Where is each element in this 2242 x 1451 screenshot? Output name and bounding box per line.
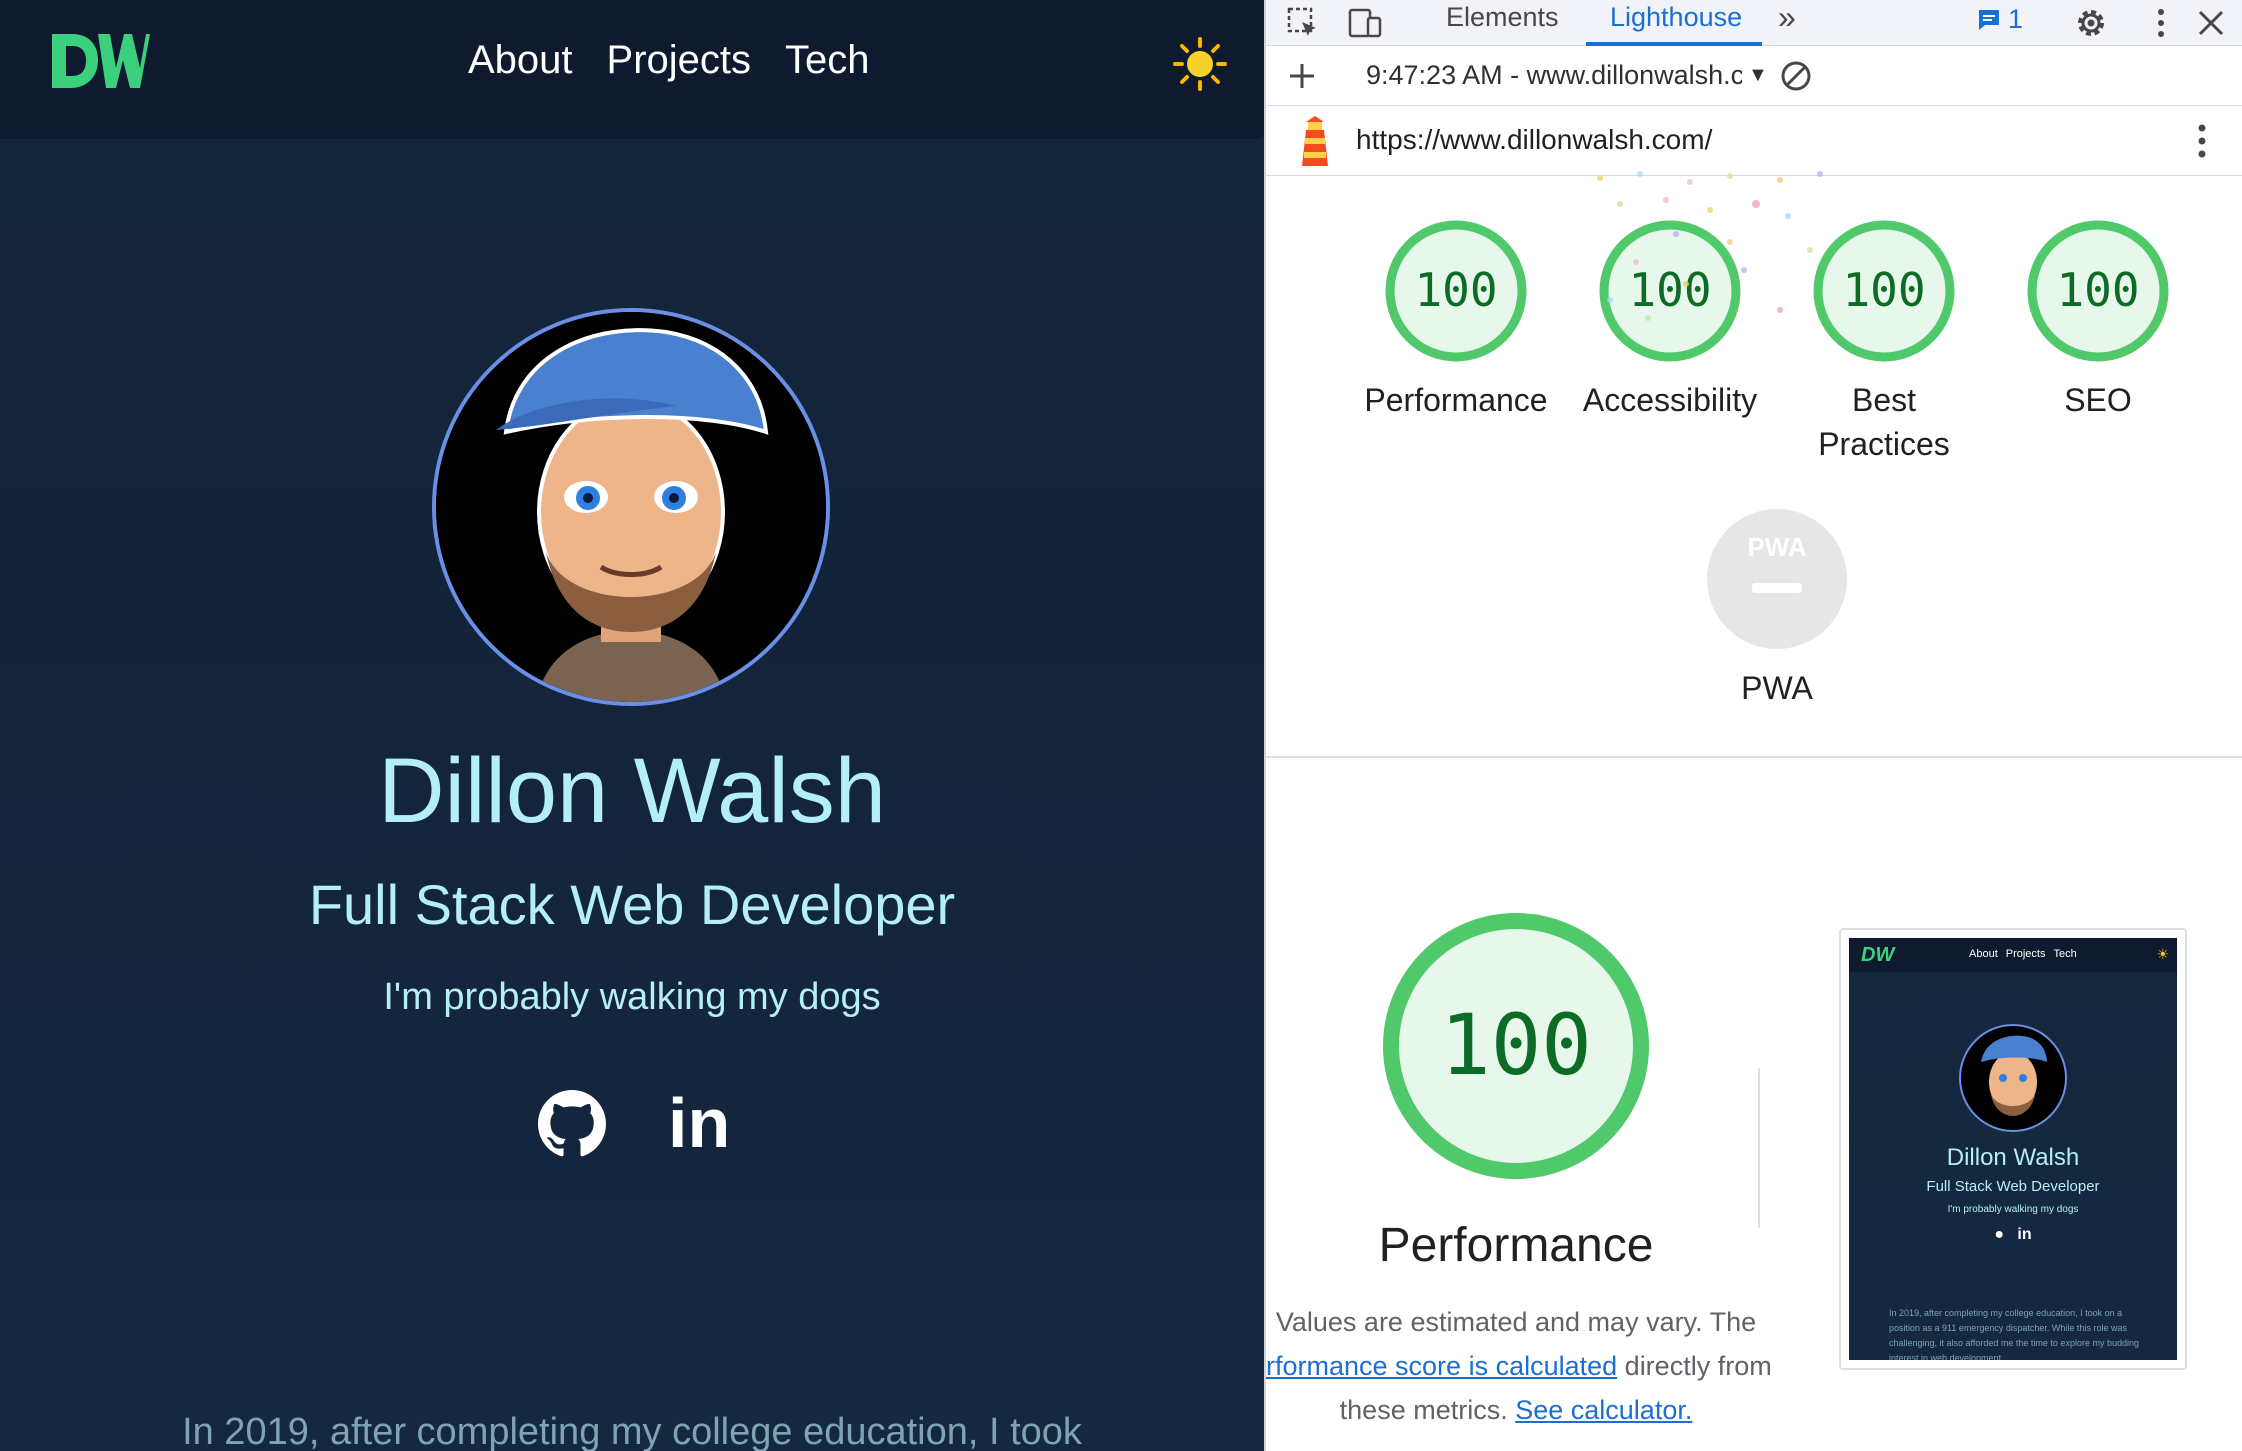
performance-description: Values are estimated and may vary. The r…	[1266, 1300, 1772, 1432]
gauge-label: Best Practices	[1818, 382, 1950, 462]
website-viewport: About Projects Tech Dillon Walsh Full St…	[0, 0, 1264, 1451]
device-toolbar-icon[interactable]	[1346, 4, 1384, 42]
dropdown-triangle-icon: ▼	[1748, 64, 1768, 86]
more-tabs-chevron-icon[interactable]: »	[1778, 0, 1796, 34]
thumbnail-name: Dillon Walsh	[1946, 1144, 2080, 1171]
github-icon[interactable]	[538, 1090, 606, 1158]
report-menu-icon[interactable]	[2182, 120, 2222, 162]
report-url[interactable]: https://www.dillonwalsh.com/	[1356, 124, 1712, 156]
thumbnail-sun-icon: ☀	[2156, 946, 2169, 962]
gauge-label: Performance	[1364, 382, 1548, 418]
desc-text-1: Values are estimated and may vary. The	[1275, 1307, 1757, 1337]
thumbnail-avatar-illustration	[1981, 1035, 2047, 1116]
gauge-score-value: 100	[1414, 263, 1497, 317]
thumbnail-tagline: I'm probably walking my dogs	[1947, 1204, 2079, 1215]
message-icon	[1979, 9, 1999, 30]
issues-button[interactable]: 1	[1976, 4, 2023, 35]
gauge-score-value: 100	[1628, 263, 1711, 317]
section-divider	[1266, 756, 2242, 758]
issues-count: 1	[2008, 4, 2024, 34]
see-calculator-link[interactable]: See calculator.	[1515, 1395, 1692, 1425]
report-selector[interactable]: 9:47:23 AM - www.dillonwalsh.com ▼	[1366, 60, 1768, 91]
thumbnail-nav-links: About Projects Tech	[1969, 948, 2077, 960]
hero-title: Full Stack Web Developer	[308, 873, 956, 936]
kebab-menu-icon[interactable]	[2142, 4, 2180, 42]
site-navbar: About Projects Tech	[0, 0, 1264, 139]
nav-about-link[interactable]: About	[468, 38, 573, 83]
thumbnail-logo: DW	[1861, 944, 1895, 966]
thumbnail-navbar: DW About Projects Tech ☀	[1849, 938, 2177, 972]
report-url-bar: https://www.dillonwalsh.com/	[1266, 106, 2242, 176]
thumbnail-nav-item: About	[1969, 948, 1998, 960]
lighthouse-toolbar: 9:47:23 AM - www.dillonwalsh.com ▼	[1266, 46, 2242, 106]
inspect-element-icon[interactable]	[1284, 4, 1322, 42]
score-gauge-ring: 100	[1385, 220, 1527, 362]
performance-big-gauge[interactable]: 100	[1366, 896, 1666, 1196]
thumbnail-linkedin-icon: in	[2017, 1226, 2032, 1243]
gauge-pwa[interactable]: PWA PWA	[1667, 504, 1887, 710]
about-paragraph: In 2019, after completing my college edu…	[182, 1411, 1082, 1451]
gauge-best-practices[interactable]: 100 Best Practices	[1774, 216, 1994, 466]
gauge-seo[interactable]: 100 SEO	[1988, 216, 2208, 422]
avatar-illustration	[436, 312, 826, 702]
hero-name: Dillon Walsh	[378, 740, 886, 842]
lighthouse-logo-icon	[1302, 116, 1328, 166]
performance-heading: Performance	[1378, 1219, 1654, 1272]
sun-icon[interactable]	[1172, 36, 1228, 92]
site-nav-links: About Projects Tech	[468, 38, 870, 83]
gear-icon[interactable]	[2072, 4, 2110, 42]
tab-elements[interactable]: Elements	[1446, 0, 1559, 46]
score-calculated-link[interactable]: rformance score is calculated	[1266, 1351, 1617, 1381]
nav-tech-link[interactable]: Tech	[785, 38, 870, 83]
score-gauge-ring: 100	[1599, 220, 1741, 362]
gauge-performance[interactable]: 100 Performance	[1346, 216, 1566, 422]
devtools-panel: Elements Lighthouse » 1 9:47:23 AM - www…	[1264, 0, 2242, 1451]
thumbnail-about-text: In 2019, after completing my college edu…	[1889, 1308, 2139, 1360]
thumbnail-page: DW About Projects Tech ☀ Dillon Walsh Fu…	[1849, 938, 2177, 1360]
dw-logo[interactable]	[46, 26, 150, 96]
gauge-score-value: 100	[2056, 263, 2139, 317]
pwa-badge-text: PWA	[1747, 532, 1806, 562]
tab-lighthouse[interactable]: Lighthouse	[1610, 0, 1742, 46]
devtools-tabbar: Elements Lighthouse » 1	[1266, 0, 2242, 46]
gauge-score-value: 100	[1842, 263, 1925, 317]
pwa-badge-icon: PWA	[1707, 509, 1847, 649]
gauge-accessibility[interactable]: 100 Accessibility	[1560, 216, 1780, 422]
plus-icon[interactable]	[1284, 58, 1320, 94]
final-screenshot-thumbnail[interactable]: DW About Projects Tech ☀ Dillon Walsh Fu…	[1839, 928, 2187, 1370]
score-gauge-ring: 100	[2027, 220, 2169, 362]
thumbnail-nav-item: Projects	[2005, 948, 2046, 960]
vertical-divider	[1758, 1068, 1760, 1228]
thumbnail-title: Full Stack Web Developer	[1926, 1178, 2100, 1195]
desc-text-3: these metrics.	[1339, 1395, 1508, 1425]
gauge-label: PWA	[1741, 670, 1813, 706]
linkedin-icon[interactable]: in	[668, 1088, 734, 1158]
hero-tagline: I'm probably walking my dogs	[383, 976, 881, 1018]
gauge-label: Accessibility	[1582, 382, 1758, 418]
big-gauge-score: 100	[1440, 996, 1592, 1094]
avatar	[432, 308, 830, 706]
close-icon[interactable]	[2192, 4, 2230, 42]
score-gauge-ring: 100	[1813, 220, 1955, 362]
nav-projects-link[interactable]: Projects	[607, 38, 752, 83]
thumbnail-github-icon: ●	[1994, 1226, 2005, 1243]
gauge-label: SEO	[2064, 382, 2132, 418]
thumbnail-social-icons: ● in	[1849, 1226, 2177, 1244]
desc-text-2: directly from	[1624, 1351, 1772, 1381]
thumbnail-nav-item: Tech	[2053, 948, 2077, 960]
clear-icon[interactable]	[1778, 58, 1814, 94]
report-selector-value: 9:47:23 AM - www.dillonwalsh.com	[1366, 60, 1742, 90]
thumbnail-avatar	[1959, 1024, 2067, 1132]
